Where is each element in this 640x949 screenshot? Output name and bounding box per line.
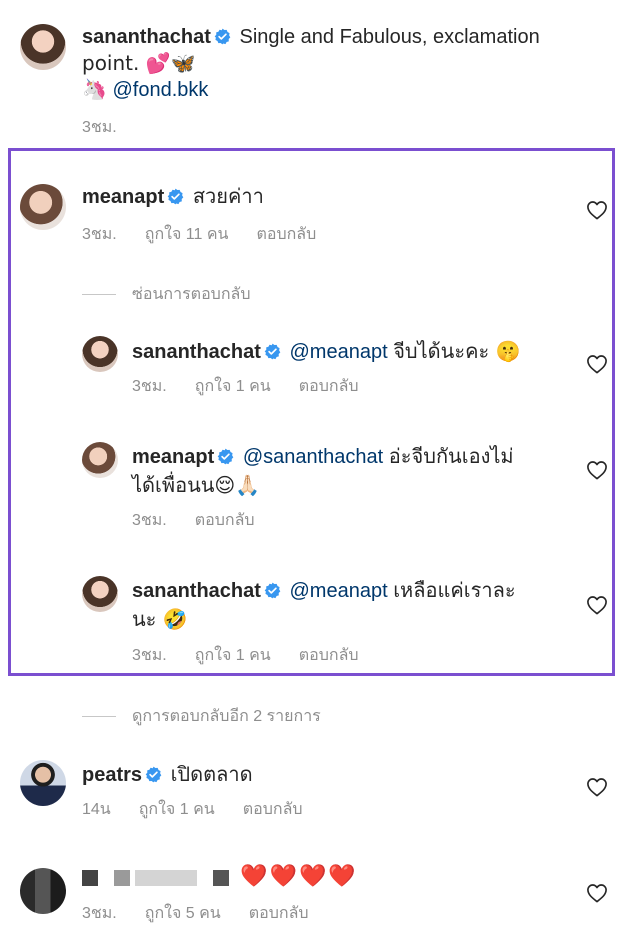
verified-icon <box>264 343 281 360</box>
likes-count[interactable]: ถูกใจ 1 คน <box>195 647 271 664</box>
comment-text: สวยค่าา <box>192 186 264 208</box>
heart-icon[interactable] <box>586 595 608 615</box>
reply-button[interactable]: ตอบกลับ <box>243 801 303 818</box>
reply-text-2: นะ 🤣 <box>132 607 188 631</box>
caption-text-2: point. 💕🦋 <box>82 51 196 75</box>
censored-username <box>135 869 198 886</box>
view-more-replies-button[interactable]: ดูการตอบกลับอีก 2 รายการ <box>82 704 321 729</box>
avatar[interactable] <box>82 576 118 612</box>
reply-line-2: ได้เพื่อนน😌🙏🏻 <box>132 472 260 499</box>
reply-username[interactable]: sananthachat <box>132 580 261 602</box>
reply-line: sananthachat @meanapt เหลือแค่เราละ <box>132 578 516 604</box>
comment-text: ❤️❤️❤️❤️ <box>240 864 358 889</box>
heart-icon[interactable] <box>586 460 608 480</box>
censored-username <box>82 869 98 886</box>
reply-button[interactable]: ตอบกลับ <box>249 905 309 922</box>
reply-mention[interactable]: @meanapt <box>290 580 388 602</box>
reply-line: sananthachat @meanapt จีบได้นะคะ 🤫 <box>132 338 520 365</box>
verified-icon <box>167 188 184 205</box>
comment-time: 3ชม. <box>82 226 117 243</box>
hide-replies-button[interactable]: ซ่อนการตอบกลับ <box>82 282 250 307</box>
reply-text: เหลือแค่เราละ <box>393 580 516 602</box>
comment-time: 3ชม. <box>82 905 117 922</box>
comment-line: ❤️❤️❤️❤️ <box>82 864 358 890</box>
verified-icon <box>264 582 281 599</box>
caption-line-2: point. 💕🦋 <box>82 50 196 77</box>
reply-time: 3ชม. <box>132 378 167 395</box>
heart-icon[interactable] <box>586 883 608 903</box>
likes-count[interactable]: ถูกใจ 1 คน <box>139 801 215 818</box>
reply-time: 3ชม. <box>132 512 167 529</box>
avatar[interactable] <box>20 184 66 230</box>
reply-username[interactable]: sananthachat <box>132 341 261 363</box>
reply-button[interactable]: ตอบกลับ <box>256 226 316 243</box>
reply-time: 3ชม. <box>132 647 167 664</box>
reply-mention[interactable]: @sananthachat <box>243 446 383 468</box>
censored-username <box>113 869 130 886</box>
caption-time: 3ชม. <box>82 119 117 136</box>
reply-button[interactable]: ตอบกลับ <box>299 378 359 395</box>
view-more-label: ดูการตอบกลับอีก 2 รายการ <box>132 708 321 725</box>
censored-username <box>212 869 229 886</box>
heart-icon[interactable] <box>586 777 608 797</box>
comment-username[interactable]: meanapt <box>82 186 164 208</box>
reply-meta: 3ชม. ถูกใจ 1 คน ตอบกลับ <box>132 377 387 397</box>
reply-line-2: นะ 🤣 <box>132 606 188 633</box>
reply-username[interactable]: meanapt <box>132 446 214 468</box>
caption-tag-link[interactable]: @fond.bkk <box>112 79 208 101</box>
comment-text: เปิดตลาด <box>170 764 253 786</box>
reply-text-2: ได้เพื่อนน😌🙏🏻 <box>132 473 261 497</box>
likes-count[interactable]: ถูกใจ 11 คน <box>145 226 229 243</box>
reply-button[interactable]: ตอบกลับ <box>195 512 255 529</box>
comment-meta: 3ชม. ถูกใจ 11 คน ตอบกลับ <box>82 225 344 245</box>
caption-line-1: sananthachat Single and Fabulous, exclam… <box>82 24 540 50</box>
avatar[interactable] <box>20 24 66 70</box>
avatar[interactable] <box>82 336 118 372</box>
likes-count[interactable]: ถูกใจ 1 คน <box>195 378 271 395</box>
hide-replies-label: ซ่อนการตอบกลับ <box>132 286 251 303</box>
reply-meta: 3ชม. ตอบกลับ <box>132 511 283 531</box>
avatar[interactable] <box>20 868 66 914</box>
divider-line <box>82 716 116 718</box>
reply-mention[interactable]: @meanapt <box>290 341 388 363</box>
reply-text: จีบได้นะคะ 🤫 <box>393 339 521 363</box>
reply-line: meanapt @sananthachat อ่ะจีบกันเองไม่ <box>132 444 514 470</box>
verified-icon <box>214 28 231 45</box>
comment-meta: 14น ถูกใจ 1 คน ตอบกลับ <box>82 800 331 820</box>
likes-count[interactable]: ถูกใจ 5 คน <box>145 905 221 922</box>
caption-line-3: 🦄 @fond.bkk <box>82 76 208 103</box>
heart-icon[interactable] <box>586 200 608 220</box>
verified-icon <box>145 766 162 783</box>
reply-button[interactable]: ตอบกลับ <box>299 647 359 664</box>
heart-icon[interactable] <box>586 354 608 374</box>
avatar[interactable] <box>20 760 66 806</box>
reply-meta: 3ชม. ถูกใจ 1 คน ตอบกลับ <box>132 646 387 666</box>
comment-line: meanapt สวยค่าา <box>82 184 264 210</box>
reply-text: อ่ะจีบกันเองไม่ <box>388 446 514 468</box>
comment-username[interactable]: peatrs <box>82 764 142 786</box>
unicorn-icon: 🦄 <box>82 77 107 101</box>
comment-line: peatrs เปิดตลาด <box>82 762 253 788</box>
avatar[interactable] <box>82 442 118 478</box>
divider-line <box>82 294 116 296</box>
comment-time: 14น <box>82 801 111 818</box>
caption-username[interactable]: sananthachat <box>82 26 211 48</box>
comment-meta: 3ชม. ถูกใจ 5 คน ตอบกลับ <box>82 904 337 924</box>
caption-text: Single and Fabulous, exclamation <box>239 26 540 48</box>
verified-icon <box>217 448 234 465</box>
